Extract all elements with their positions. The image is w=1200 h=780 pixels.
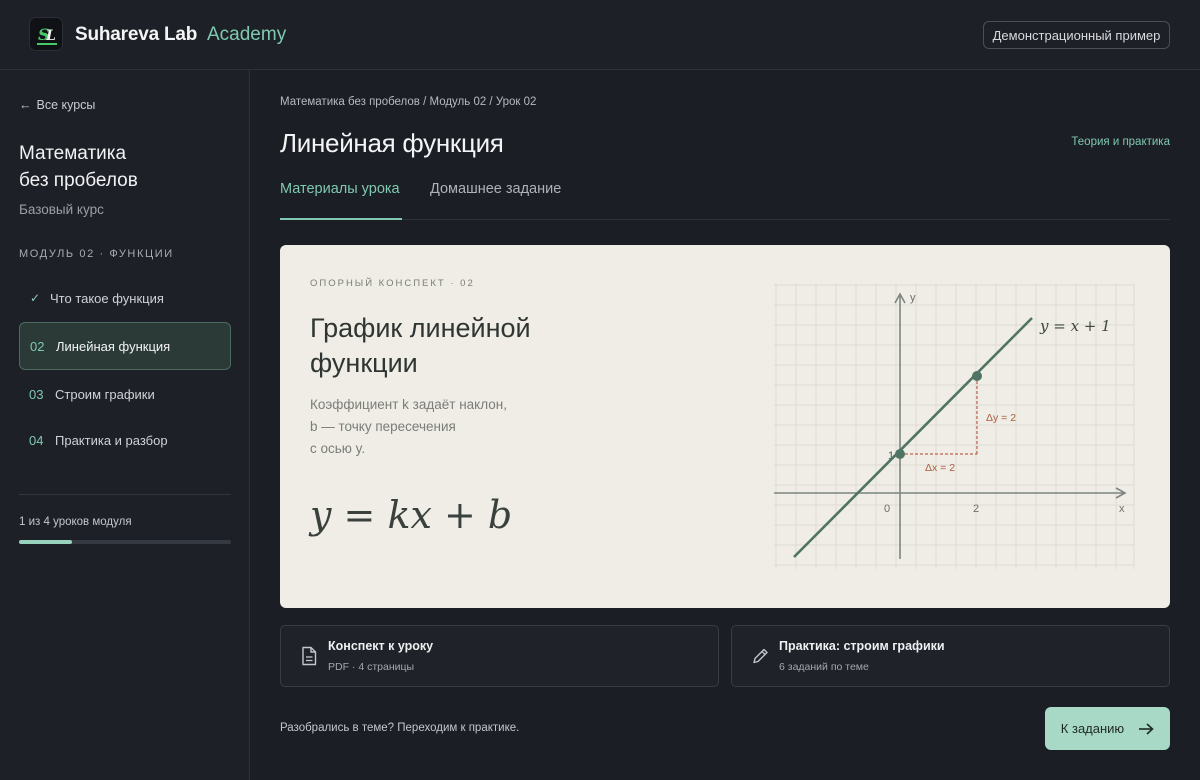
lesson-label: Что такое функция: [50, 290, 164, 306]
second-point: [972, 371, 982, 381]
lesson-summary-card: ОПОРНЫЙ КОНСПЕКТ · 02 График линейной фу…: [280, 245, 1170, 608]
card-description-line: с осью y.: [310, 441, 366, 456]
x-axis-label: x: [1119, 503, 1125, 515]
lesson-label: Практика и разбор: [55, 432, 168, 448]
tab-lesson-materials[interactable]: Материалы урока: [280, 181, 400, 197]
delta-x-label: Δx = 2: [925, 462, 955, 474]
intercept-point: [895, 449, 905, 459]
go-to-task-button[interactable]: К заданию: [1045, 707, 1170, 750]
card-title-line: функции: [310, 348, 418, 378]
card-description-line: Коэффициент k задаёт наклон,: [310, 397, 507, 412]
general-formula: y = kx + b: [310, 493, 513, 537]
course-title-line: без пробелов: [19, 170, 138, 191]
course-title: Математика без пробелов: [19, 140, 219, 194]
card-description: Коэффициент k задаёт наклон, b — точку п…: [310, 394, 550, 460]
linear-function-graph: y x 0 2 1 Δy = 2 Δx = 2 y = x + 1: [774, 283, 1135, 569]
resource-subtitle: 6 заданий по теме: [779, 661, 869, 673]
pencil-icon: [753, 648, 768, 664]
resource-title: Практика: строим графики: [779, 639, 945, 653]
lesson-item-1[interactable]: ✓ Что такое функция: [19, 274, 231, 322]
course-subtitle: Базовый курс: [19, 202, 104, 217]
breadcrumb[interactable]: Математика без пробелов / Модуль 02 / Ур…: [280, 96, 536, 108]
lesson-number: 02: [30, 338, 45, 354]
lesson-label: Строим графики: [55, 386, 155, 402]
resource-title: Конспект к уроку: [328, 639, 434, 653]
svg-text:L: L: [45, 28, 56, 44]
back-link-label: Все курсы: [36, 98, 96, 112]
active-tab-indicator: [280, 218, 402, 220]
lesson-item-3[interactable]: 03 Строим графики: [19, 370, 231, 418]
course-title-line: Математика: [19, 143, 127, 164]
lesson-item-2[interactable]: 02 Линейная функция: [19, 322, 231, 370]
module-progress-fill: [19, 540, 72, 544]
resource-card-practice[interactable]: Практика: строим графики 6 заданий по те…: [731, 625, 1170, 687]
y-axis-label: y: [910, 292, 916, 304]
card-description-line: b — точку пересечения: [310, 419, 456, 434]
delta-y-label: Δy = 2: [986, 412, 1016, 424]
brand-logo[interactable]: S L: [29, 17, 63, 51]
lesson-label: Линейная функция: [56, 338, 171, 354]
card-title-line: График линейной: [310, 313, 531, 343]
checkmark-icon: ✓: [30, 291, 41, 305]
go-to-task-label: К заданию: [1060, 721, 1125, 736]
footer-hint: Разобрались в теме? Переходим к практике…: [280, 722, 520, 734]
theory-practice-link[interactable]: Теория и практика: [1071, 136, 1170, 148]
lesson-number: 04: [29, 432, 44, 448]
module-label: МОДУЛЬ 02 · ФУНКЦИИ: [19, 248, 174, 260]
arrow-right-icon: [1139, 722, 1154, 735]
card-title: График линейной функции: [310, 311, 610, 381]
card-eyebrow: ОПОРНЫЙ КОНСПЕКТ · 02: [310, 278, 475, 289]
arrow-left-icon: ←: [19, 98, 32, 112]
brand-name: Suhareva Lab: [75, 24, 198, 45]
function-label: y = x + 1: [1039, 317, 1111, 335]
brand-accent: Academy: [207, 24, 287, 45]
sidebar-divider: [19, 494, 231, 495]
back-to-courses-link[interactable]: ← Все курсы: [19, 98, 95, 112]
lesson-item-4[interactable]: 04 Практика и разбор: [19, 416, 231, 464]
sidebar: ← Все курсы Математика без пробелов Базо…: [0, 70, 250, 780]
resource-card-notes[interactable]: Конспект к уроку PDF · 4 страницы: [280, 625, 719, 687]
tab-homework[interactable]: Домашнее задание: [430, 181, 561, 197]
module-progress-text: 1 из 4 уроков модуля: [19, 516, 132, 528]
module-progress-bar: [19, 540, 231, 544]
document-icon: [302, 646, 317, 666]
page-title: Линейная функция: [280, 128, 504, 158]
x-tick-label: 2: [973, 503, 979, 515]
top-header: S L Suhareva Lab Academy Демонстрационны…: [0, 0, 1200, 70]
delta-guides: [900, 376, 978, 455]
resource-subtitle: PDF · 4 страницы: [328, 661, 415, 673]
demo-button[interactable]: Демонстрационный пример: [983, 21, 1170, 49]
tabs-divider: [280, 219, 1170, 220]
lesson-number: 03: [29, 386, 44, 402]
origin-label: 0: [884, 503, 890, 515]
